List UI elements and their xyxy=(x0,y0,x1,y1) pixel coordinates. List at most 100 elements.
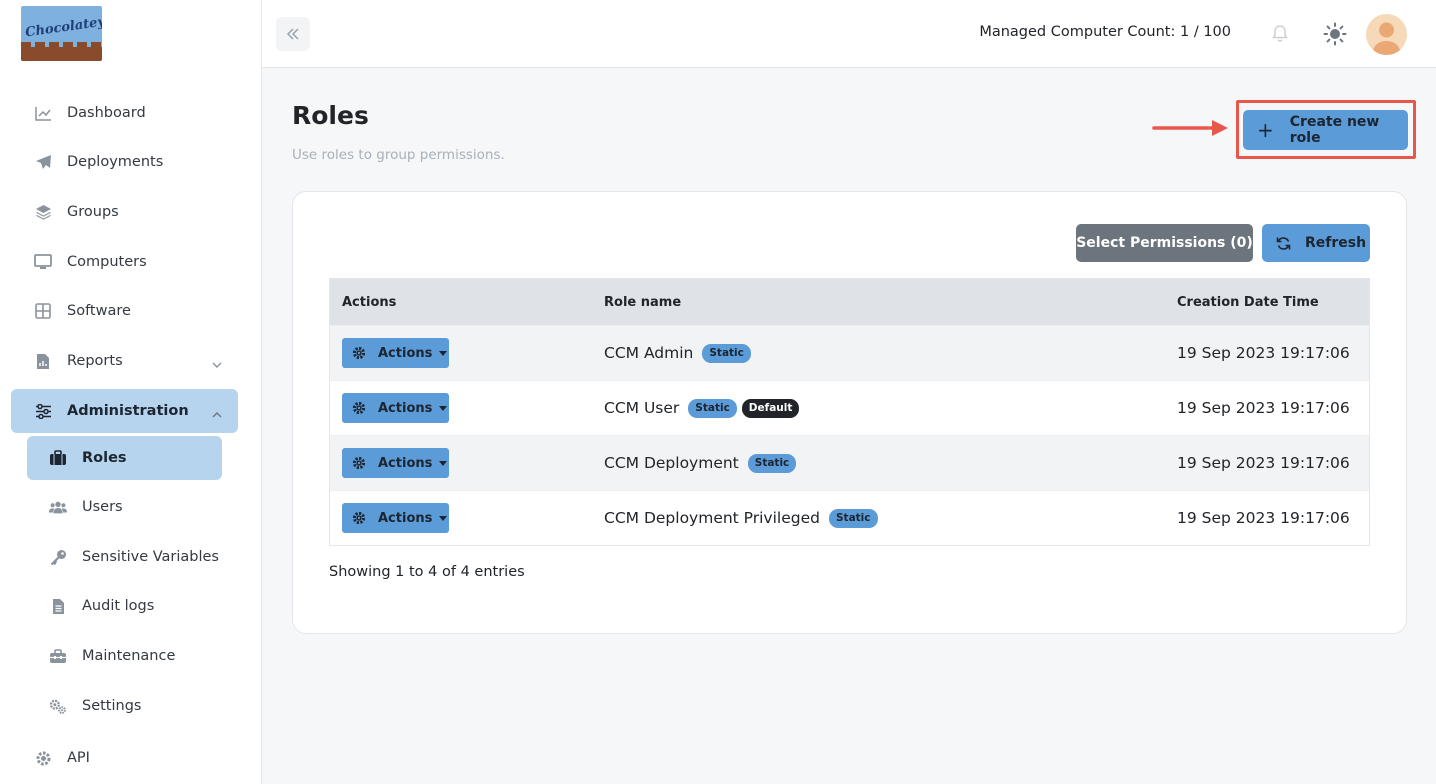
creation-date: 19 Sep 2023 19:17:06 xyxy=(1177,399,1350,417)
gear-icon xyxy=(352,511,366,525)
monitor-icon xyxy=(34,253,52,271)
table-row: Actions CCM User Static Default 19 Sep 2… xyxy=(330,380,1369,435)
roles-table: Actions Role name Creation Date Time Act… xyxy=(329,278,1370,546)
default-badge: Default xyxy=(741,398,800,418)
sidebar-item-roles[interactable]: Roles xyxy=(27,436,222,480)
sidebar-item-label: Roles xyxy=(82,450,127,466)
sidebar: Chocolatey Dashboard Deployments Groups … xyxy=(0,0,262,784)
actions-label: Actions xyxy=(378,510,433,526)
row-actions-dropdown[interactable]: Actions xyxy=(342,503,449,533)
collapse-sidebar-button[interactable] xyxy=(276,17,310,51)
role-name: CCM Admin xyxy=(604,344,694,362)
table-row: Actions CCM Deployment Privileged Static… xyxy=(330,490,1369,545)
table-header: Actions Role name Creation Date Time xyxy=(330,279,1369,325)
sidebar-item-label: Computers xyxy=(67,254,147,270)
create-new-role-button[interactable]: + Create new role xyxy=(1243,110,1408,150)
plus-icon: + xyxy=(1257,118,1274,142)
sliders-icon xyxy=(34,402,52,420)
gear-icon xyxy=(34,749,52,767)
role-name: CCM User xyxy=(604,399,680,417)
sidebar-item-label: Administration xyxy=(67,403,189,419)
layers-icon xyxy=(34,203,52,221)
page-title: Roles xyxy=(292,101,369,130)
chocolatey-logo[interactable]: Chocolatey xyxy=(21,6,102,61)
sidebar-item-label: Audit logs xyxy=(82,598,155,614)
actions-label: Actions xyxy=(378,400,433,416)
sidebar-item-label: Groups xyxy=(67,204,119,220)
briefcase-icon xyxy=(49,449,67,467)
creation-date: 19 Sep 2023 19:17:06 xyxy=(1177,454,1350,472)
creation-date: 19 Sep 2023 19:17:06 xyxy=(1177,509,1350,527)
line-chart-icon xyxy=(34,104,52,122)
paper-plane-icon xyxy=(34,153,52,171)
role-name: CCM Deployment Privileged xyxy=(604,509,820,527)
table-row: Actions CCM Deployment Static 19 Sep 202… xyxy=(330,435,1369,490)
role-name: CCM Deployment xyxy=(604,454,739,472)
sidebar-item-label: Maintenance xyxy=(82,648,176,664)
creation-date: 19 Sep 2023 19:17:06 xyxy=(1177,344,1350,362)
row-actions-dropdown[interactable]: Actions xyxy=(342,338,449,368)
sidebar-item-label: Dashboard xyxy=(67,105,146,121)
sidebar-item-label: Sensitive Variables xyxy=(82,549,219,565)
sidebar-item-label: Reports xyxy=(67,353,123,369)
page-subtitle: Use roles to group permissions. xyxy=(292,147,505,163)
sidebar-item-maintenance[interactable]: Maintenance xyxy=(27,634,222,678)
refresh-icon xyxy=(1276,236,1291,251)
static-badge: Static xyxy=(747,453,797,473)
sidebar-item-users[interactable]: Users xyxy=(27,485,222,529)
caret-down-icon xyxy=(439,515,448,521)
sidebar-item-label: Settings xyxy=(82,698,142,714)
annotation-arrow xyxy=(1152,118,1232,142)
static-badge: Static xyxy=(688,398,737,418)
static-badge: Static xyxy=(828,508,878,528)
actions-label: Actions xyxy=(378,455,433,471)
caret-down-icon xyxy=(439,405,448,411)
sidebar-item-reports[interactable]: Reports xyxy=(11,339,238,383)
gear-icon xyxy=(352,401,366,415)
refresh-button[interactable]: Refresh xyxy=(1262,224,1370,262)
sidebar-item-label: Deployments xyxy=(67,154,164,170)
column-header-actions[interactable]: Actions xyxy=(330,295,592,310)
sidebar-item-dashboard[interactable]: Dashboard xyxy=(11,91,238,135)
row-actions-dropdown[interactable]: Actions xyxy=(342,448,449,478)
chevron-down-icon xyxy=(212,354,222,373)
sidebar-item-administration[interactable]: Administration xyxy=(11,389,238,433)
table-row: Actions CCM Admin Static 19 Sep 2023 19:… xyxy=(330,325,1369,380)
sidebar-item-api[interactable]: API xyxy=(11,736,238,780)
gear-icon xyxy=(352,456,366,470)
caret-down-icon xyxy=(439,350,448,356)
row-actions-dropdown[interactable]: Actions xyxy=(342,393,449,423)
report-icon xyxy=(34,352,52,370)
static-badge: Static xyxy=(702,343,751,363)
column-header-role-name[interactable]: Role name xyxy=(592,295,1165,310)
grid-icon xyxy=(34,302,52,320)
key-icon xyxy=(49,548,67,566)
logo-wordmark: Chocolatey xyxy=(24,14,102,41)
user-avatar[interactable] xyxy=(1366,14,1407,55)
refresh-label: Refresh xyxy=(1305,235,1367,251)
table-info: Showing 1 to 4 of 4 entries xyxy=(329,564,525,580)
file-lines-icon xyxy=(49,597,67,615)
sidebar-item-computers[interactable]: Computers xyxy=(11,240,238,284)
sidebar-item-label: API xyxy=(67,750,90,766)
toolbox-icon xyxy=(49,647,67,665)
gears-icon xyxy=(49,697,67,715)
gear-icon xyxy=(352,346,366,360)
sidebar-item-groups[interactable]: Groups xyxy=(11,190,238,234)
chevron-up-icon xyxy=(212,404,222,423)
topbar: Managed Computer Count: 1 / 100 xyxy=(262,0,1436,68)
select-permissions-button[interactable]: Select Permissions (0) xyxy=(1076,224,1253,262)
sidebar-item-label: Users xyxy=(82,499,123,515)
sidebar-item-settings[interactable]: Settings xyxy=(27,684,222,728)
actions-label: Actions xyxy=(378,345,433,361)
users-icon xyxy=(49,498,67,516)
sidebar-item-deployments[interactable]: Deployments xyxy=(11,140,238,184)
sun-icon[interactable] xyxy=(1323,22,1347,50)
sidebar-item-sensitive-variables[interactable]: Sensitive Variables xyxy=(27,535,222,579)
managed-computer-count: Managed Computer Count: 1 / 100 xyxy=(979,24,1231,40)
column-header-creation-date[interactable]: Creation Date Time xyxy=(1165,295,1369,310)
sidebar-item-label: Software xyxy=(67,303,131,319)
sidebar-item-software[interactable]: Software xyxy=(11,289,238,333)
sidebar-item-audit-logs[interactable]: Audit logs xyxy=(27,584,222,628)
bell-icon[interactable] xyxy=(1272,24,1288,46)
